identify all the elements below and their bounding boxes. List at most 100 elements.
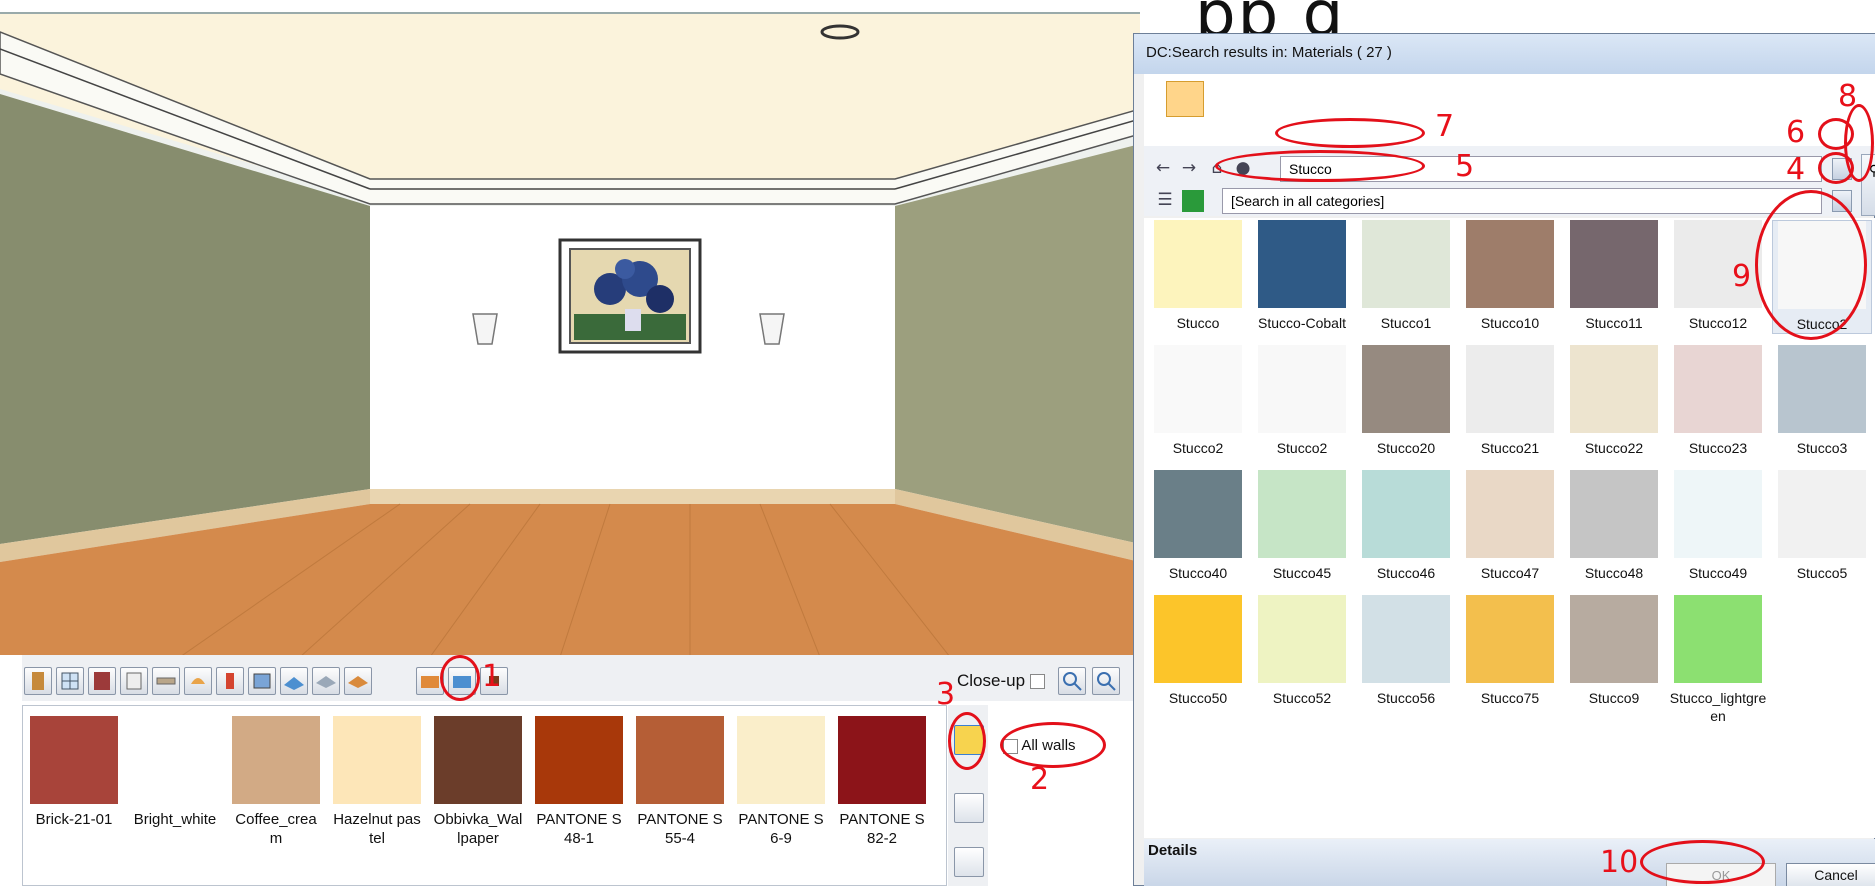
material-swatch [535,716,623,804]
list-view-icon[interactable]: ☰ [1154,190,1176,212]
material-result-item[interactable]: Stucco40 [1148,470,1248,582]
zoom-out-icon[interactable] [1092,667,1120,695]
material-result-label: Stucco21 [1480,440,1540,456]
material-result-swatch [1258,470,1346,558]
object-toolbar: Close-up [22,655,1142,701]
floor-icon[interactable] [280,667,308,695]
material-result-item[interactable]: Stucco3 [1772,345,1872,457]
paint-bucket-icon[interactable] [1166,81,1204,117]
door-icon[interactable] [24,667,52,695]
material-result-item[interactable]: Stucco5 [1772,470,1872,582]
material-item[interactable]: Obbivka_Wallpaper [433,716,523,848]
material-result-label: Stucco [1176,315,1220,331]
material-item[interactable]: Brick-21-01 [29,716,119,829]
annotation-ring-1 [440,655,480,701]
globe-icon[interactable] [954,847,984,877]
closeup-toggle[interactable]: Close-up [957,671,1045,691]
material-result-item[interactable]: Stucco10 [1460,220,1560,332]
material-result-swatch [1258,595,1346,683]
material-result-item[interactable]: Stucco20 [1356,345,1456,457]
window-icon[interactable] [56,667,84,695]
material-result-label: Stucco48 [1584,565,1644,581]
panel-icon[interactable] [120,667,148,695]
back-arrow-icon[interactable]: ← [1152,158,1174,180]
material-result-item[interactable]: Stucco49 [1668,470,1768,582]
material-result-label: Stucco23 [1688,440,1748,456]
category-book-icon[interactable] [1182,190,1204,212]
material-item[interactable]: PANTONE S 48-1 [534,716,624,848]
material-item[interactable]: Bright_white [130,716,220,829]
material-result-item[interactable]: Stucco1 [1356,220,1456,332]
material-result-label: Stucco1 [1380,315,1432,331]
material-result-swatch [1778,345,1866,433]
wall-material-icon[interactable] [344,667,372,695]
annotation-ring-8 [1844,104,1874,182]
material-result-swatch [1778,470,1866,558]
material-result-item[interactable]: Stucco46 [1356,470,1456,582]
material-result-item[interactable]: Stucco48 [1564,470,1664,582]
material-result-item[interactable]: Stucco21 [1460,345,1560,457]
annotation-number: 4 [1786,152,1806,187]
material-item[interactable]: PANTONE S 55-4 [635,716,725,848]
material-label: PANTONE S 82-2 [839,811,925,847]
lamp-icon[interactable] [184,667,212,695]
material-item[interactable]: PANTONE S 6-9 [736,716,826,848]
material-item[interactable]: Coffee_cream [231,716,321,848]
annotation-number: 7 [1435,109,1455,144]
material-result-item[interactable]: Stucco23 [1668,345,1768,457]
material-swatch [838,716,926,804]
cancel-button[interactable]: Cancel [1786,863,1875,886]
material-result-swatch [1466,595,1554,683]
annotation-number: 2 [1030,762,1050,797]
cabinet-icon[interactable] [88,667,116,695]
pencil-icon[interactable] [954,793,984,823]
annotation-number: 9 [1732,259,1752,294]
closeup-checkbox[interactable] [1029,674,1045,690]
material-result-item[interactable]: Stucco2 [1252,345,1352,457]
material-label: Obbivka_Wallpaper [433,811,523,847]
material-result-swatch [1362,470,1450,558]
material-result-item[interactable]: Stucco2 [1148,345,1248,457]
material-result-item[interactable]: Stucco11 [1564,220,1664,332]
material-result-item[interactable]: Stucco52 [1252,595,1352,707]
forward-arrow-icon[interactable]: → [1178,158,1200,180]
annotation-ring-9 [1755,190,1867,340]
details-label: Details [1148,842,1198,859]
material-result-item[interactable]: Stucco9 [1564,595,1664,707]
material-result-label: Stucco11 [1585,315,1643,331]
material-result-item[interactable]: Stucco-Cobalt [1252,220,1352,332]
zoom-in-icon[interactable] [1058,667,1086,695]
wall-lamp-icon[interactable] [216,667,244,695]
material-swatch [131,716,219,804]
picture-icon[interactable] [248,667,276,695]
room-3d-viewport[interactable] [0,12,1140,655]
material-result-item[interactable]: Stucco [1148,220,1248,332]
material-result-swatch [1466,345,1554,433]
material-result-item[interactable]: Stucco75 [1460,595,1560,707]
material-result-label: Stucco75 [1480,690,1540,706]
material-result-swatch [1154,345,1242,433]
material-result-swatch [1466,470,1554,558]
dialog-toolbar [1144,74,1875,146]
material-result-label: Stucco20 [1376,440,1436,456]
material-result-item[interactable]: Stucco12 [1668,220,1768,332]
material-item[interactable]: Hazelnut pastel [332,716,422,848]
shelf-icon[interactable] [152,667,180,695]
material-result-item[interactable]: Stucco56 [1356,595,1456,707]
material-result-item[interactable]: Stucco50 [1148,595,1248,707]
screenshot-stage: pp g Close-up Brick-21-01 Bright_white C… [0,0,1875,886]
material-result-item[interactable]: Stucco_lightgreen [1668,595,1768,725]
material-result-item[interactable]: Stucco22 [1564,345,1664,457]
material-result-item[interactable]: Stucco45 [1252,470,1352,582]
material-result-item[interactable]: Stucco47 [1460,470,1560,582]
annotation-ring-3 [948,712,986,770]
material-result-label: Stucco22 [1584,440,1644,456]
material-swatch [434,716,522,804]
material-item[interactable]: PANTONE S 82-2 [837,716,927,848]
material-label: Brick-21-01 [35,811,113,828]
category-select[interactable]: [Search in all categories] [1222,188,1822,214]
material-result-swatch [1258,220,1346,308]
annotation-ring-5 [1215,150,1425,182]
material-label: PANTONE S 55-4 [637,811,723,847]
ceiling-icon[interactable] [312,667,340,695]
